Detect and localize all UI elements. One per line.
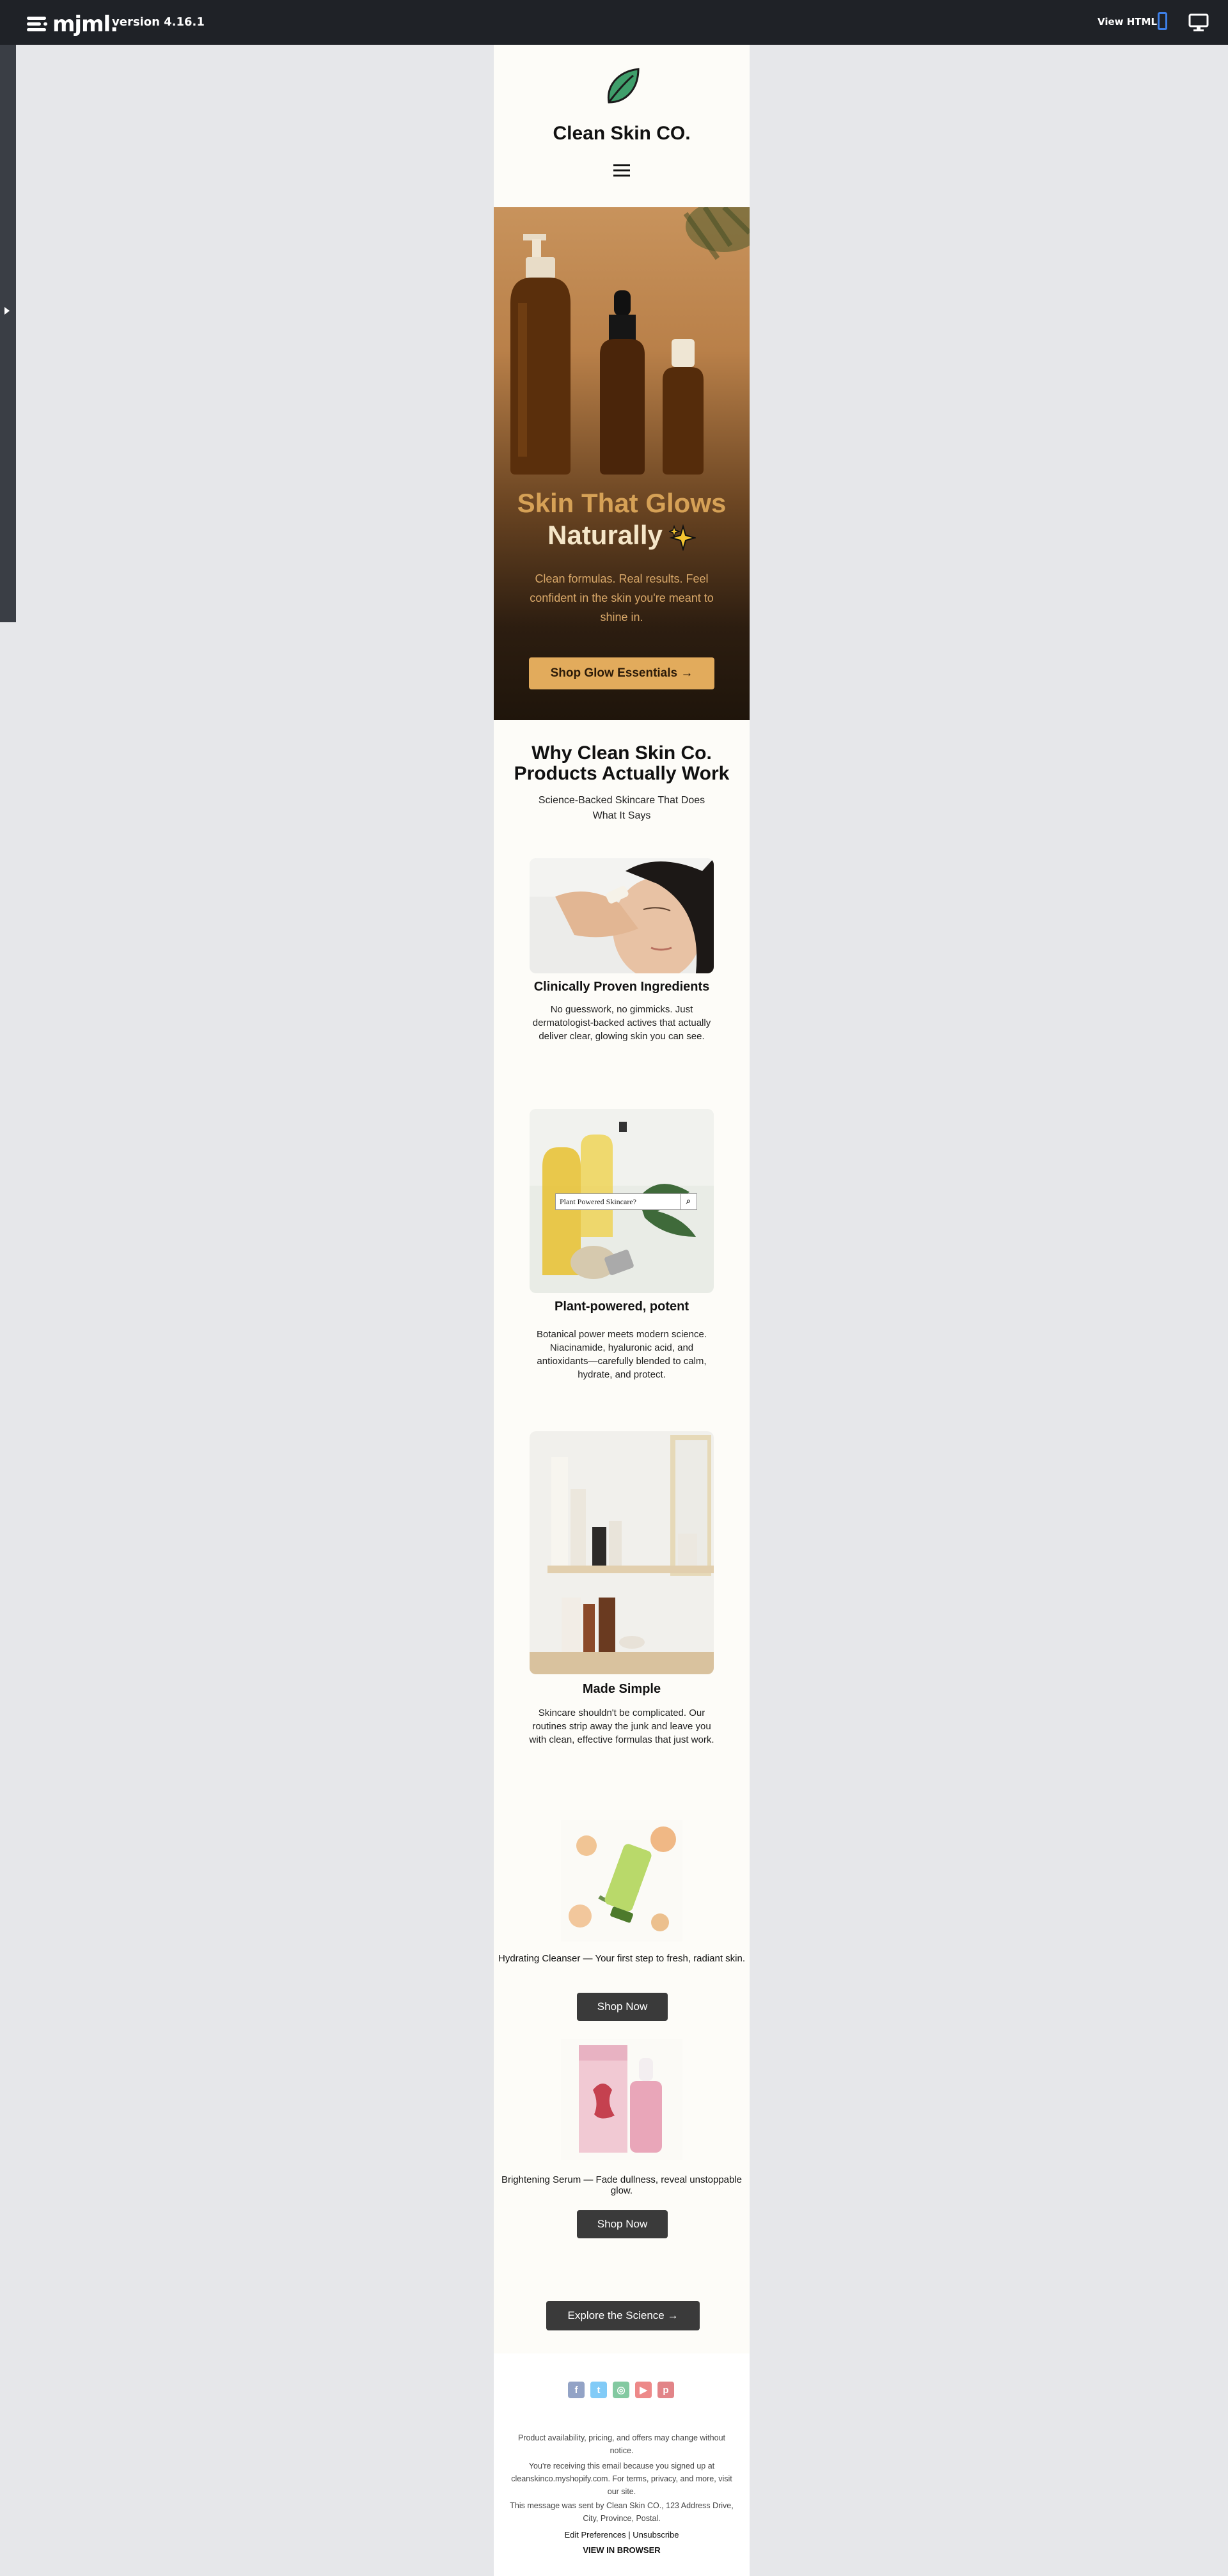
skincare-shelf-image <box>530 1431 714 1674</box>
mjml-logo[interactable]: mjml. <box>27 12 118 37</box>
feature-text: Skincare shouldn't be complicated. Our r… <box>529 1708 714 1745</box>
view-in-browser-link[interactable]: VIEW IN BROWSER <box>494 2545 750 2555</box>
desktop-preview-icon[interactable] <box>1188 12 1209 33</box>
hero-subtitle: Clean formulas. Real results. Feel confi… <box>530 572 714 624</box>
product-caption: Hydrating Cleanser — Your first step to … <box>498 1953 745 1964</box>
shop-glow-essentials-button[interactable]: Shop Glow Essentials → <box>529 657 714 689</box>
feature-text: Botanical power meets modern science. Ni… <box>537 1329 707 1380</box>
email-footer: f t ◎ ▶ p Product availability, pricing,… <box>494 2353 750 2576</box>
why-section-subtitle: Science-Backed Skincare That Does What I… <box>538 795 705 821</box>
mobile-preview-icon[interactable] <box>1158 12 1167 30</box>
footer-sender: This message was sent by Clean Skin CO.,… <box>510 2501 734 2523</box>
feature-title: Clinically Proven Ingredients <box>533 980 710 994</box>
unsubscribe-link[interactable]: Unsubscribe <box>633 2530 679 2540</box>
youtube-icon[interactable]: ▶ <box>635 2382 652 2398</box>
mjml-logo-icon <box>27 14 49 35</box>
feature-title: Made Simple <box>582 1682 661 1696</box>
leaf-icon <box>607 68 640 104</box>
pinterest-icon[interactable]: p <box>657 2382 674 2398</box>
brightening-serum-image <box>561 2039 682 2160</box>
facebook-icon[interactable]: f <box>568 2382 585 2398</box>
editor-toolbar: mjml. version 4.16.1 View HTML <box>0 0 1228 45</box>
hero-title: Skin That Glows Naturally <box>494 487 750 551</box>
mjml-logo-text: mjml. <box>52 12 118 37</box>
hero-product-bottles-image <box>510 207 750 475</box>
footer-links: Edit Preferences | Unsubscribe <box>494 2530 750 2540</box>
expand-panel-icon[interactable] <box>4 307 10 315</box>
shop-now-button[interactable]: Shop Now <box>577 2210 668 2238</box>
footer-link-separator: | <box>628 2530 631 2540</box>
hero-title-line2: Naturally <box>547 520 663 550</box>
view-html-button[interactable]: View HTML <box>1098 16 1157 27</box>
hydrating-cleanser-image <box>561 1820 682 1942</box>
email-preview: Clean Skin CO. Skin That Glows Naturally <box>494 45 750 2576</box>
search-icon: ⌕ <box>680 1194 697 1209</box>
sparkles-icon <box>668 524 696 551</box>
feature-text: No guesswork, no gimmicks. Just dermatol… <box>532 1004 711 1042</box>
edit-preferences-link[interactable]: Edit Preferences <box>564 2530 626 2540</box>
feature-title: Plant-powered, potent <box>555 1300 689 1314</box>
plant-skincare-image: Plant Powered Skincare? ⌕ <box>530 1109 714 1293</box>
footer-signup-note: You're receiving this email because you … <box>511 2462 732 2496</box>
social-links: f t ◎ ▶ p <box>568 2382 674 2398</box>
twitter-icon[interactable]: t <box>590 2382 607 2398</box>
search-bar-overlay: Plant Powered Skincare? ⌕ <box>555 1193 697 1210</box>
search-overlay-text: Plant Powered Skincare? <box>560 1197 636 1206</box>
code-panel-collapsed[interactable] <box>0 45 16 622</box>
serum-application-image <box>530 858 714 973</box>
version-label: version 4.16.1 <box>112 15 205 29</box>
instagram-icon[interactable]: ◎ <box>613 2382 629 2398</box>
explore-science-button[interactable]: Explore the Science → <box>546 2301 700 2330</box>
hamburger-menu-icon[interactable] <box>613 163 630 178</box>
footer-disclaimer: Product availability, pricing, and offer… <box>517 2433 726 2455</box>
hero-title-line1: Skin That Glows <box>517 488 727 518</box>
why-section-title: Why Clean Skin Co. Products Actually Wor… <box>514 742 730 784</box>
hero-section: Skin That Glows Naturally Clean formulas… <box>494 207 750 720</box>
shop-now-button[interactable]: Shop Now <box>577 1993 668 2021</box>
product-caption: Brightening Serum — Fade dullness, revea… <box>501 2174 743 2196</box>
brand-name: Clean Skin CO. <box>553 123 691 144</box>
